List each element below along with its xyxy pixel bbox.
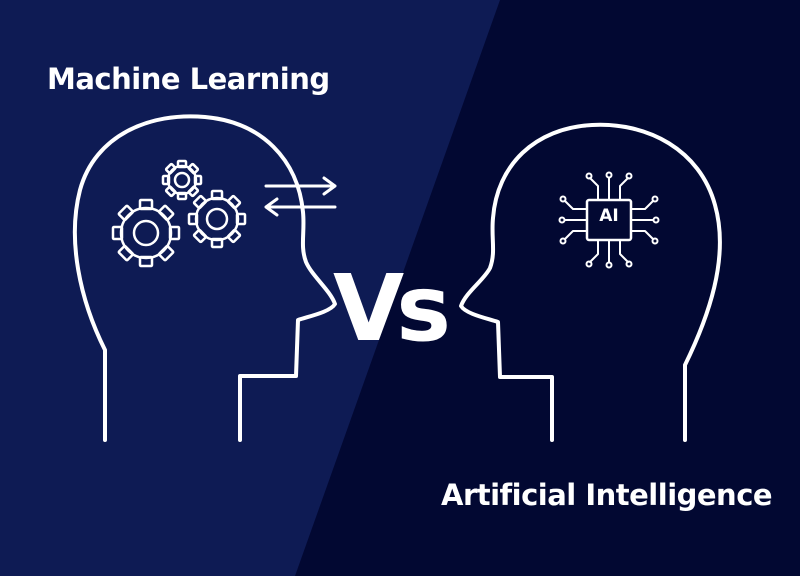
gears-icon [111,159,247,268]
machine-learning-title: Machine Learning [47,62,330,96]
right-head-icon [459,122,722,442]
left-head-icon [72,114,337,442]
artificial-intelligence-title: Artificial Intelligence [441,478,773,512]
ai-chip-label: AI [599,206,619,226]
versus-label: Vs [333,255,451,362]
